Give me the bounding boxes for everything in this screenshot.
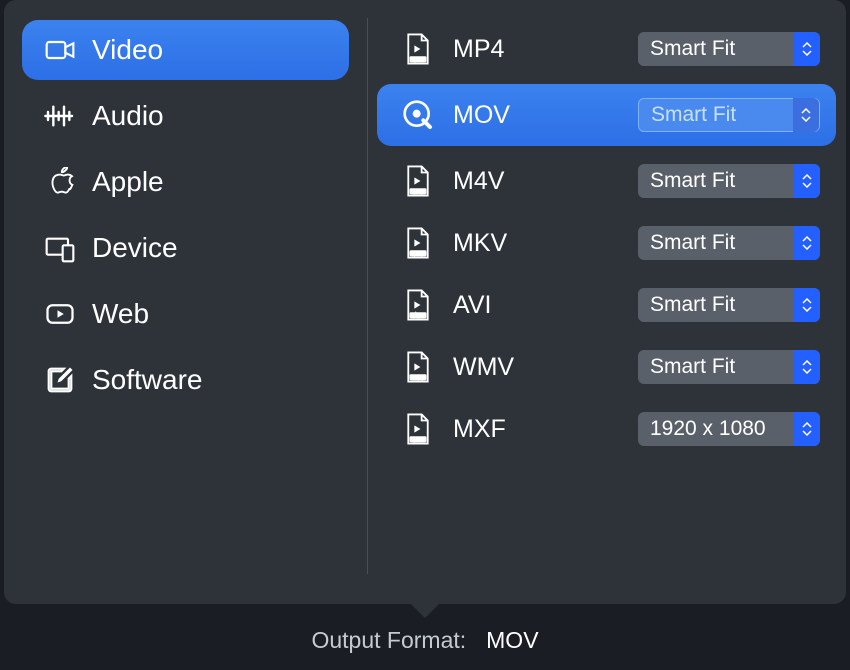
sidebar-item-label: Software bbox=[92, 364, 203, 396]
svg-text:AVI: AVI bbox=[414, 313, 422, 319]
format-label: MXF bbox=[453, 415, 638, 444]
format-label: MP4 bbox=[453, 35, 638, 64]
output-format-value: MOV bbox=[486, 627, 538, 654]
resolution-value: Smart Fit bbox=[650, 355, 794, 379]
resolution-value: Smart Fit bbox=[650, 169, 794, 193]
devices-icon bbox=[44, 232, 76, 264]
chevron-up-down-icon bbox=[794, 288, 820, 322]
resolution-select[interactable]: 1920 x 1080 bbox=[638, 412, 820, 446]
mp4-file-icon: MP4 bbox=[401, 32, 435, 66]
resolution-value: Smart Fit bbox=[651, 103, 793, 127]
resolution-select[interactable]: Smart Fit bbox=[638, 350, 820, 384]
format-row-mxf[interactable]: MXF MXF 1920 x 1080 bbox=[377, 398, 836, 460]
video-camera-icon bbox=[44, 34, 76, 66]
output-format-label: Output Format: bbox=[311, 627, 466, 654]
resolution-value: Smart Fit bbox=[650, 293, 794, 317]
format-label: MKV bbox=[453, 229, 638, 258]
sidebar-item-apple[interactable]: Apple bbox=[22, 152, 349, 212]
format-row-mkv[interactable]: MKV MKV Smart Fit bbox=[377, 212, 836, 274]
apple-logo-icon bbox=[44, 166, 76, 198]
sidebar-item-label: Apple bbox=[92, 166, 164, 198]
sidebar-item-web[interactable]: Web bbox=[22, 284, 349, 344]
audio-waveform-icon bbox=[44, 100, 76, 132]
resolution-value: Smart Fit bbox=[650, 231, 794, 255]
resolution-select[interactable]: Smart Fit bbox=[638, 164, 820, 198]
m4v-file-icon: M4V bbox=[401, 164, 435, 198]
sidebar-item-audio[interactable]: Audio bbox=[22, 86, 349, 146]
category-sidebar: Video Audio bbox=[4, 0, 367, 604]
resolution-select[interactable]: Smart Fit bbox=[638, 288, 820, 322]
mxf-file-icon: MXF bbox=[401, 412, 435, 446]
format-label: MOV bbox=[453, 101, 638, 130]
svg-text:M4V: M4V bbox=[413, 189, 424, 195]
output-format-footer: Output Format: MOV bbox=[0, 610, 850, 670]
sidebar-item-label: Device bbox=[92, 232, 178, 264]
vertical-divider bbox=[367, 18, 368, 574]
svg-text:MXF: MXF bbox=[413, 437, 423, 443]
sidebar-item-label: Audio bbox=[92, 100, 164, 132]
format-list: MP4 MP4 Smart Fit bbox=[367, 0, 846, 604]
sidebar-item-label: Web bbox=[92, 298, 149, 330]
edit-square-icon bbox=[44, 364, 76, 396]
format-label: AVI bbox=[453, 291, 638, 320]
avi-file-icon: AVI bbox=[401, 288, 435, 322]
format-row-mov[interactable]: MOV Smart Fit bbox=[377, 84, 836, 146]
resolution-value: 1920 x 1080 bbox=[650, 417, 794, 441]
resolution-select[interactable]: Smart Fit bbox=[638, 32, 820, 66]
format-label: WMV bbox=[453, 353, 638, 382]
play-box-icon bbox=[44, 298, 76, 330]
format-row-m4v[interactable]: M4V M4V Smart Fit bbox=[377, 150, 836, 212]
chevron-up-down-icon bbox=[794, 164, 820, 198]
chevron-up-down-icon bbox=[794, 226, 820, 260]
format-row-wmv[interactable]: WMV WMV Smart Fit bbox=[377, 336, 836, 398]
chevron-up-down-icon bbox=[794, 32, 820, 66]
resolution-value: Smart Fit bbox=[650, 37, 794, 61]
chevron-up-down-icon bbox=[794, 350, 820, 384]
mkv-file-icon: MKV bbox=[401, 226, 435, 260]
sidebar-item-device[interactable]: Device bbox=[22, 218, 349, 278]
format-row-mp4[interactable]: MP4 MP4 Smart Fit bbox=[377, 18, 836, 80]
format-row-avi[interactable]: AVI AVI Smart Fit bbox=[377, 274, 836, 336]
resolution-select[interactable]: Smart Fit bbox=[638, 98, 820, 132]
format-label: M4V bbox=[453, 167, 638, 196]
svg-text:MKV: MKV bbox=[413, 251, 425, 257]
wmv-file-icon: WMV bbox=[401, 350, 435, 384]
chevron-up-down-icon bbox=[793, 98, 819, 132]
sidebar-item-label: Video bbox=[92, 34, 163, 66]
format-picker-panel: Video Audio bbox=[4, 0, 846, 604]
svg-text:WMV: WMV bbox=[412, 375, 425, 381]
chevron-up-down-icon bbox=[794, 412, 820, 446]
quicktime-icon bbox=[401, 98, 435, 132]
sidebar-item-video[interactable]: Video bbox=[22, 20, 349, 80]
svg-text:MP4: MP4 bbox=[413, 57, 423, 63]
resolution-select[interactable]: Smart Fit bbox=[638, 226, 820, 260]
sidebar-item-software[interactable]: Software bbox=[22, 350, 349, 410]
